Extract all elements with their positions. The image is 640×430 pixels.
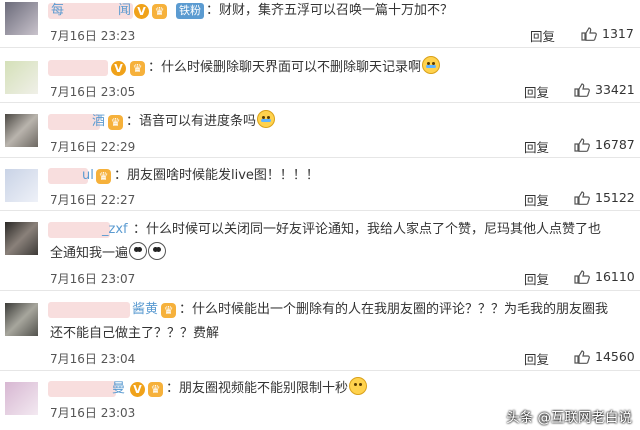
vip-badge-icon: ♛ <box>130 61 145 76</box>
like-count: 1317 <box>602 26 634 41</box>
comment-text: ：什么时候可以关闭同一好友评论通知，我给人家点了个赞，尼玛其他人点赞了也 <box>133 222 602 237</box>
verified-v-icon: V <box>111 61 126 76</box>
comment-2: V ♛ ：什么时候删除聊天界面可以不删除聊天记录啊 7月16日 23:05 回复… <box>0 48 640 103</box>
like-count: 33421 <box>595 82 635 97</box>
vip-badge-icon: ♛ <box>108 115 123 130</box>
comment-text: ：什么时候能出一个删除有的人在我朋友圈的评论？？？为毛我的朋友圈我 <box>179 302 609 317</box>
fan-tag: 铁粉 <box>176 3 204 19</box>
comment-text: ：财财，集齐五浮可以召唤一篇十万加不？ <box>206 3 454 18</box>
comment-time: 7月16日 23:07 <box>50 272 136 286</box>
username-blur[interactable] <box>48 222 110 238</box>
like-count: 14560 <box>595 349 635 364</box>
comment-text-line2: 全通知我一遍 <box>50 242 167 266</box>
comment-time: 7月16日 23:05 <box>50 85 136 99</box>
comment-time: 7月16日 23:04 <box>50 352 136 366</box>
like-icon[interactable] <box>574 350 590 364</box>
reply-button[interactable]: 回复 <box>524 190 549 209</box>
reply-button[interactable]: 回复 <box>524 269 549 288</box>
username-fragment: ul <box>82 168 94 183</box>
avatar[interactable] <box>5 2 38 35</box>
like-icon[interactable] <box>574 138 590 152</box>
like-icon[interactable] <box>574 270 590 284</box>
like-count: 16787 <box>595 137 635 152</box>
like-count: 16110 <box>595 269 635 284</box>
reply-button[interactable]: 回复 <box>524 137 549 156</box>
verified-v-icon: V <box>134 4 149 19</box>
avatar[interactable] <box>5 222 38 255</box>
avatar[interactable] <box>5 114 38 147</box>
watermark: 头条 @互联网老白说 <box>506 410 632 426</box>
username-blur[interactable] <box>48 302 130 318</box>
comment-text-line2: 还不能自己做主了？？？费解 <box>50 326 220 341</box>
vip-badge-icon: ♛ <box>96 169 111 184</box>
username-fragment: 酱黄 <box>132 302 159 317</box>
like-icon[interactable] <box>574 191 590 205</box>
crying-emoji-icon <box>257 110 276 128</box>
avatar[interactable] <box>5 382 38 415</box>
verified-v-icon: V <box>130 382 145 397</box>
comment-6: 酱黄 ♛ ：什么时候能出一个删除有的人在我朋友圈的评论？？？为毛我的朋友圈我 还… <box>0 291 640 371</box>
panda-emoji-icon <box>129 242 148 260</box>
comment-time: 7月16日 23:03 <box>50 406 136 420</box>
vip-badge-icon: ♛ <box>148 382 163 397</box>
comment-text: ：语音可以有进度条吗 <box>126 110 276 134</box>
avatar[interactable] <box>5 61 38 94</box>
comment-text: ：朋友圈啥时候能发live图！！！！ <box>114 168 319 183</box>
comment-1: 每 闻 V ♛ 铁粉 ：财财，集齐五浮可以召唤一篇十万加不？ 7月16日 23:… <box>0 0 640 48</box>
panda-emoji-icon <box>148 242 167 260</box>
comment-4: ul ♛ ：朋友圈啥时候能发live图！！！！ 7月16日 22:27 回复 1… <box>0 158 640 211</box>
comment-5: _zxf ：什么时候可以关闭同一好友评论通知，我给人家点了个赞，尼玛其他人点赞了… <box>0 211 640 291</box>
crying-emoji-icon <box>422 56 441 74</box>
like-icon[interactable] <box>581 27 597 41</box>
username-fragment: 酒 <box>92 114 106 129</box>
username-fragment: _zxf <box>102 222 128 237</box>
username-fragment: 每 <box>51 3 65 18</box>
username-fragment: 闻 <box>118 3 132 18</box>
comment-text: ：什么时候删除聊天界面可以不删除聊天记录啊 <box>148 56 441 80</box>
vip-badge-icon: ♛ <box>152 4 167 19</box>
comment-7: 曼 V ♛ ：朋友圈视频能不能别限制十秒 7月16日 23:03 头条 @互联网… <box>0 371 640 430</box>
vip-badge-icon: ♛ <box>161 303 176 318</box>
comment-time: 7月16日 22:29 <box>50 140 136 154</box>
comment-time: 7月16日 23:23 <box>50 29 136 43</box>
smile-emoji-icon <box>349 377 368 395</box>
comment-text: ：朋友圈视频能不能别限制十秒 <box>166 377 368 401</box>
avatar[interactable] <box>5 169 38 202</box>
like-icon[interactable] <box>574 83 590 97</box>
avatar[interactable] <box>5 303 38 336</box>
username-blur[interactable] <box>48 60 108 76</box>
like-count: 15122 <box>595 190 635 205</box>
reply-button[interactable]: 回复 <box>524 349 549 368</box>
username-blur[interactable] <box>48 381 116 397</box>
reply-button[interactable]: 回复 <box>524 82 549 101</box>
username-fragment: 曼 <box>112 381 126 396</box>
comment-3: 酒 ♛ ：语音可以有进度条吗 7月16日 22:29 回复 16787 <box>0 103 640 158</box>
comment-time: 7月16日 22:27 <box>50 193 136 207</box>
reply-button[interactable]: 回复 <box>530 26 555 45</box>
